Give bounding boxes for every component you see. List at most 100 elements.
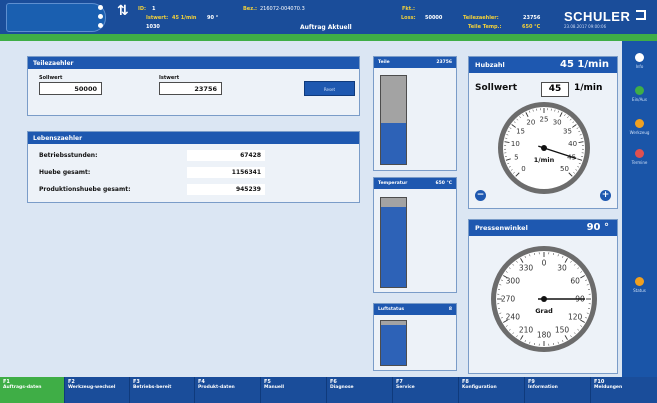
status-dot [98,5,103,10]
bez-value: 216072-004070.3 [260,6,305,12]
up-down-arrows-icon: ⇅ [117,3,129,19]
luftstatus-bar-header: Luftstatus 8 [374,304,456,315]
add-icon [635,86,644,95]
fkey-label: Diagnose [330,385,354,390]
fkey-label: Meldungen [594,385,623,390]
hubzahl-title: Hubzahl [475,61,505,69]
loss-value: 50000 [425,15,443,21]
istwert-extra: 90 ° [207,15,219,21]
teile-bar-fill [381,122,406,164]
luftstatus-bar-panel: Luftstatus 8 [373,303,457,371]
machine-selector[interactable] [6,3,106,32]
sollwert-input[interactable]: 50000 [39,82,102,95]
betriebsstunden-label: Betriebsstunden: [39,152,98,159]
temperatur-bar-value: 650 °C [435,181,452,186]
gauge-tick-label: 120 [568,313,583,322]
teile-bar-label: Teile [378,60,390,65]
gauge-tick-label: 0 [521,165,525,173]
row3-value: 1030 [146,24,160,30]
home-icon [635,53,644,62]
temperatur-bar-panel: Temperatur 650 °C [373,177,457,293]
sidebar-item-termine[interactable]: Termine [622,149,657,165]
fkey-meldungen[interactable]: F10 Meldungen [591,377,657,403]
produktionshuebe-value: 945239 [187,184,265,195]
sidebar-item-label: Status [633,288,646,293]
gauge-tick-label: 50 [560,165,569,173]
fkey-manuell[interactable]: F5 Manuell [261,377,327,403]
produktionshuebe-label: Produktionshuebe gesamt: [39,186,131,193]
gauge-tick-label: 210 [519,326,534,335]
teile-bar-header: Teile 23756 [374,57,456,68]
increase-button[interactable]: + [600,190,611,201]
fkey-werkzeugwechsel[interactable]: F2 Werkzeug-wechsel [65,377,130,403]
sidebar-item-werkzeug[interactable]: Werkzeug [622,119,657,135]
decrease-button[interactable]: − [475,190,486,201]
fkey-betriebsbereit[interactable]: F3 Betriebs-bereit [130,377,195,403]
bez-label: Bez.: [243,6,258,12]
gauge-tick-label: 35 [563,127,572,135]
right-sidebar: Info Ein/Aus Werkzeug Termine Status [622,41,657,377]
wrench-icon [635,119,644,128]
calendar-icon [635,149,644,158]
istwert-label: Istwert: [146,15,169,21]
sidebar-item-label: Werkzeug [629,130,650,135]
fkey-information[interactable]: F9 Information [525,377,591,403]
gauge-tick-label: 270 [501,295,516,304]
fkey-produktdaten[interactable]: F4 Produkt-daten [195,377,261,403]
gauge-tick-label: 60 [570,277,580,286]
istwert-value: 45 1/min [172,15,197,21]
hubzahl-gauge-unit: 1/min [534,156,555,164]
hubzahl-sollwert-unit: 1/min [574,83,603,93]
brand-logo: SCHULER [564,9,631,24]
temperatur-bar-label: Temperatur [378,181,408,186]
fkey-diagnose[interactable]: F6 Diagnose [327,377,393,403]
fkey-service[interactable]: F7 Service [393,377,459,403]
teile-bar-panel: Teile 23756 [373,56,457,171]
id-label: ID: [138,6,147,12]
reset-button[interactable]: Reset [304,81,355,96]
hubzahl-sollwert-label: Sollwert [475,83,517,93]
pressenwinkel-gauge: 0306090120150180210240270300330Grad [491,246,597,352]
teile-bar [380,75,407,165]
teilezaehler-panel: Teilezaehler Sollwert 50000 Istwert 2375… [27,56,360,116]
fkey-auftragsdaten[interactable]: F1 Auftrags-daten [0,377,65,403]
gauge-tick-label: 0 [542,259,547,268]
gauge-tick-label: 20 [526,119,535,127]
huebe-gesamt-label: Huebe gesamt: [39,169,91,176]
gauge-hub [541,145,547,151]
sidebar-item-status[interactable]: Status [622,277,657,293]
sidebar-item-label: Info [635,64,644,69]
sidebar-item-ein-aus[interactable]: Ein/Aus [622,86,657,102]
teilezaehler-title: Teilezaehler [28,57,359,69]
sollwert-label: Sollwert [39,75,63,81]
status-dot [98,14,103,19]
gauge-tick-label: 300 [506,277,521,286]
gauge-tick-label: 150 [555,326,570,335]
fkt-label: Fkt.: [402,6,416,12]
temperatur-bar-header: Temperatur 650 °C [374,178,456,189]
temperatur-bar-fill [381,206,406,287]
teile-bar-remaining [381,76,406,123]
status-dot [98,23,103,28]
gauge-tick-label: 25 [540,116,549,124]
istwert-label: Istwert [159,75,180,81]
page-title: Auftrag Aktuell [300,24,352,31]
hubzahl-value: 45 1/min [560,59,609,70]
pressenwinkel-panel: Pressenwinkel 90 ° 0 30 60 90 120 150 180 210 24… [468,219,618,374]
teilezaehler-label: Teilezaehler: [463,15,499,21]
status-strip [0,34,657,41]
fkey-konfiguration[interactable]: F8 Konfiguration [459,377,525,403]
luftstatus-bar-fill [381,325,406,365]
luftstatus-bar [380,320,407,366]
hubzahl-header: Hubzahl 45 1/min [469,57,617,73]
hubzahl-sollwert-input[interactable]: 45 [541,82,569,97]
pressenwinkel-value: 90 ° [586,222,609,233]
sidebar-item-label: Ein/Aus [632,97,647,102]
gauge-tick-label: 30 [557,263,567,272]
gauge-tick-label: 180 [537,331,552,340]
sidebar-item-info[interactable]: Info [622,53,657,69]
gauge-tick-label: 330 [519,263,534,272]
temp-value: 650 °C [522,24,541,30]
huebe-gesamt-value: 1156341 [187,167,265,178]
main-content: Teilezaehler Sollwert 50000 Istwert 2375… [0,41,622,377]
